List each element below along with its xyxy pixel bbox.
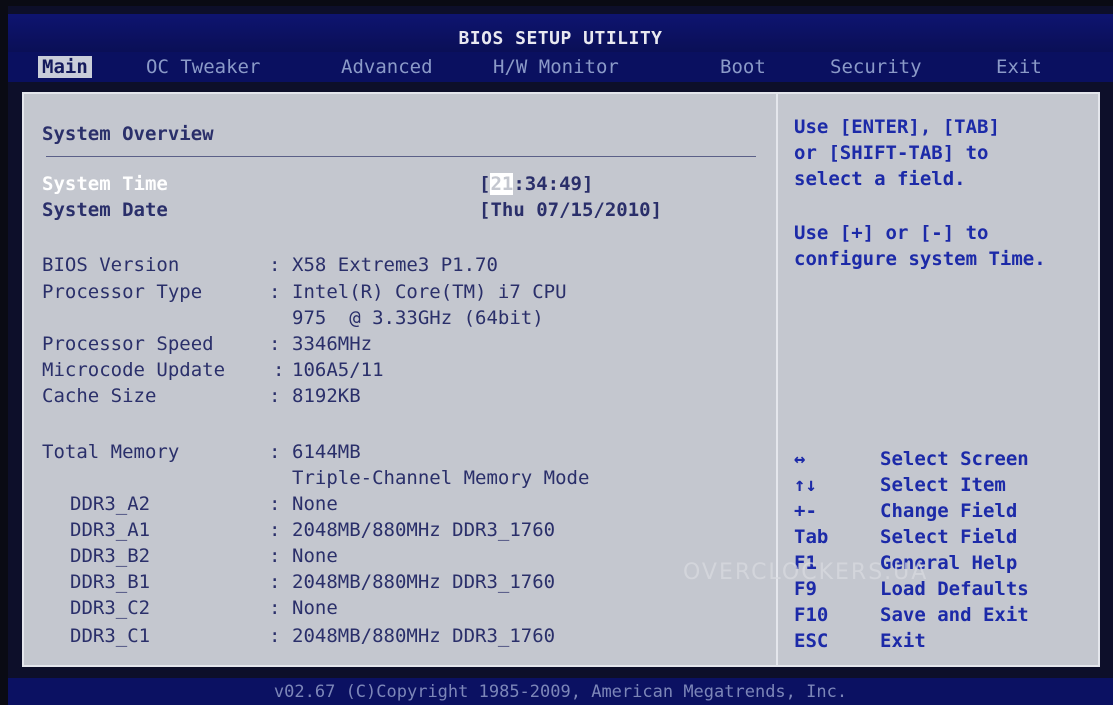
system-date-value[interactable]: [Thu 07/15/2010]: [479, 198, 662, 222]
info-label: Processor Speed: [42, 333, 214, 355]
copyright-text: v02.67 (C)Copyright 1985-2009, American …: [273, 682, 848, 702]
key-legend-key: ESC: [794, 630, 829, 652]
tab-boot[interactable]: Boot: [720, 56, 766, 78]
memory-mode: Triple-Channel Memory Mode: [292, 467, 590, 489]
info-label: Cache Size: [42, 385, 157, 407]
info-sep: :: [269, 519, 281, 541]
key-legend-desc: Select Item: [880, 474, 1006, 496]
total-memory-label: Total Memory: [42, 441, 180, 463]
memory-slot-value: 2048MB/880MHz DDR3_1760: [292, 519, 556, 541]
tab-hw-monitor[interactable]: H/W Monitor: [493, 56, 619, 78]
selected-field: 21: [490, 173, 514, 195]
info-sep: :: [269, 493, 281, 515]
help-line: configure system Time.: [794, 248, 1046, 270]
memory-slot-label: DDR3_C1: [70, 625, 151, 647]
title-bar: BIOS SETUP UTILITY: [8, 14, 1113, 52]
section-rule: [46, 156, 756, 157]
info-sep: :: [269, 571, 281, 593]
help-line: or [SHIFT-TAB] to: [794, 142, 989, 164]
microcode-update-value: 106A5/11: [292, 359, 384, 381]
info-sep: :: [269, 281, 281, 303]
processor-type-value-line2: 975 @ 3.33GHz (64bit): [292, 307, 544, 329]
system-time-value[interactable]: [21:34:49]: [479, 172, 593, 196]
info-sep: :: [269, 254, 281, 276]
memory-slot-label: DDR3_B2: [70, 545, 151, 567]
help-line: Use [+] or [-] to: [794, 222, 989, 244]
processor-speed-value: 3346MHz: [292, 333, 373, 355]
processor-type-value: Intel(R) Core(TM) i7 CPU: [292, 281, 567, 303]
tab-exit[interactable]: Exit: [996, 56, 1042, 78]
help-line: Use [ENTER], [TAB]: [794, 116, 1000, 138]
tab-advanced[interactable]: Advanced: [341, 56, 433, 78]
key-legend-key: ↔: [794, 448, 806, 470]
info-sep: :: [269, 385, 281, 407]
bios-version-value: X58 Extreme3 P1.70: [292, 254, 498, 276]
key-legend-desc: Save and Exit: [880, 604, 1029, 626]
info-sep: :: [269, 441, 281, 463]
total-memory-value: 6144MB: [292, 441, 361, 463]
key-legend-key: +-: [794, 500, 817, 522]
info-sep: :: [269, 333, 281, 355]
bios-screen: BIOS SETUP UTILITY Main OC Tweaker Advan…: [8, 6, 1113, 705]
memory-slot-value: 2048MB/880MHz DDR3_1760: [292, 625, 556, 647]
memory-slot-label: DDR3_A1: [70, 519, 151, 541]
cache-size-value: 8192KB: [292, 385, 361, 407]
bios-title: BIOS SETUP UTILITY: [458, 28, 663, 49]
tab-security[interactable]: Security: [830, 56, 922, 78]
info-sep: :: [269, 545, 281, 567]
tab-main[interactable]: Main: [38, 56, 92, 78]
info-sep: :: [273, 359, 285, 381]
key-legend-key: Tab: [794, 526, 829, 548]
key-legend-desc: Select Screen: [880, 448, 1029, 470]
info-label: Processor Type: [42, 281, 203, 303]
tab-oc-tweaker[interactable]: OC Tweaker: [146, 56, 260, 78]
section-title: System Overview: [42, 123, 214, 145]
key-legend-key: F10: [794, 604, 829, 626]
system-date-label[interactable]: System Date: [42, 198, 168, 222]
info-sep: :: [269, 597, 281, 619]
key-legend-desc: Select Field: [880, 526, 1018, 548]
memory-slot-value: 2048MB/880MHz DDR3_1760: [292, 571, 556, 593]
key-legend-key: ↑↓: [794, 474, 817, 496]
info-sep: :: [269, 625, 281, 647]
memory-slot-label: DDR3_B1: [70, 571, 151, 593]
memory-slot-label: DDR3_A2: [70, 493, 151, 515]
menu-bar: Main OC Tweaker Advanced H/W Monitor Boo…: [8, 52, 1113, 82]
memory-slot-value: None: [292, 597, 338, 619]
footer-bar: v02.67 (C)Copyright 1985-2009, American …: [8, 678, 1113, 705]
info-label: Microcode Update: [42, 359, 226, 381]
main-panel: System Overview System Time [21:34:49] S…: [22, 92, 1100, 667]
memory-slot-label: DDR3_C2: [70, 597, 151, 619]
key-legend-desc: Exit: [880, 630, 926, 652]
help-line: select a field.: [794, 168, 966, 190]
system-time-label[interactable]: System Time: [42, 172, 168, 196]
key-legend-desc: Change Field: [880, 500, 1018, 522]
memory-slot-value: None: [292, 545, 338, 567]
watermark-logo: OVERCLOCKERS.UA: [683, 560, 929, 585]
info-label: BIOS Version: [42, 254, 180, 276]
memory-slot-value: None: [292, 493, 338, 515]
